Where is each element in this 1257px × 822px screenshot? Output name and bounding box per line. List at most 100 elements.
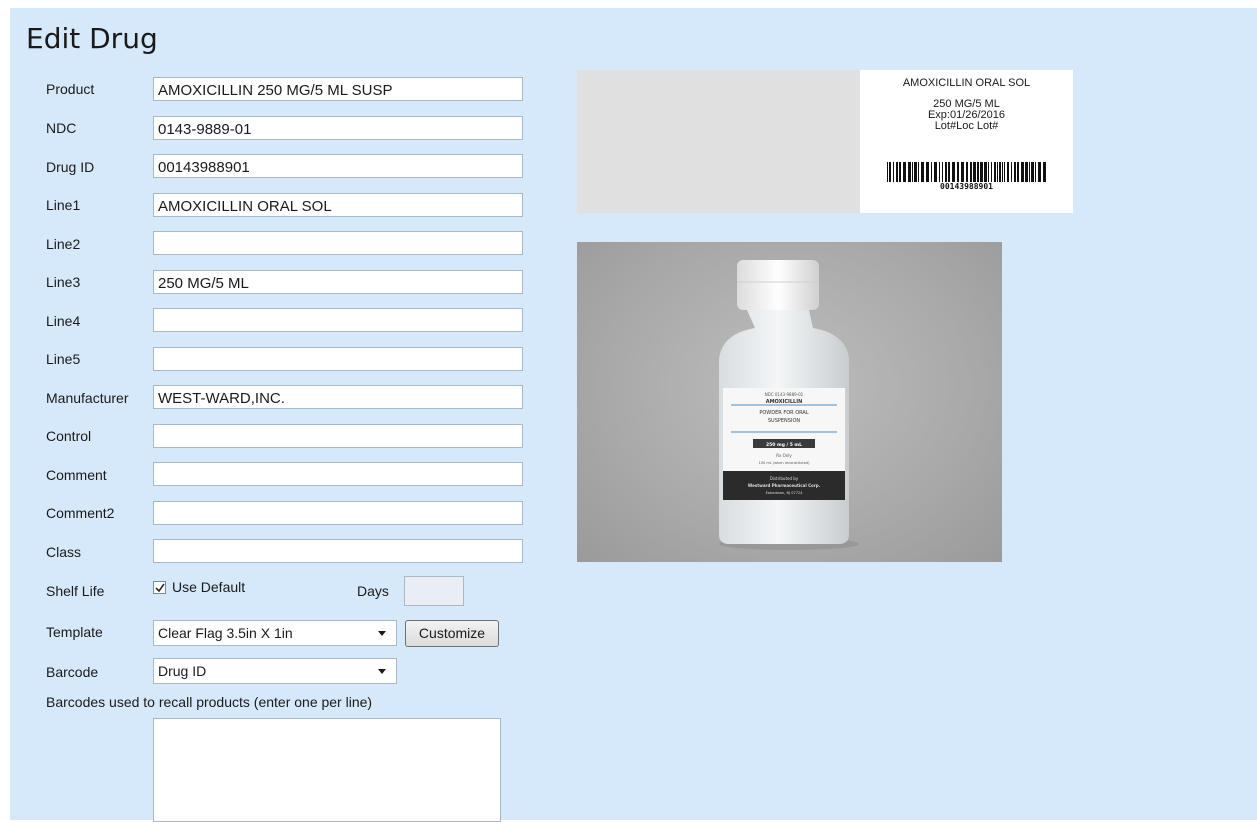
manufacturer-field[interactable]: [153, 385, 523, 409]
line5-field[interactable]: [153, 347, 523, 371]
line1-label: Line1: [46, 197, 81, 213]
barcode-bar: [1021, 162, 1024, 182]
barcode-bar: [1014, 162, 1016, 182]
barcode-bar: [1043, 162, 1046, 182]
ndc-field[interactable]: [153, 116, 523, 140]
barcode-bar: [1025, 162, 1028, 182]
page-title: Edit Drug: [26, 22, 158, 55]
barcode-bar: [994, 162, 996, 182]
comment2-field[interactable]: [153, 501, 523, 525]
barcode-bar: [973, 162, 976, 182]
chevron-down-icon: [378, 631, 386, 636]
barcode-bar: [899, 162, 901, 182]
barcode-bar: [1029, 162, 1030, 182]
barcode-bar: [1017, 162, 1019, 182]
manufacturer-label: Manufacturer: [46, 390, 129, 406]
barcode-bar: [1038, 162, 1041, 182]
barcode-bar: [1031, 162, 1034, 182]
line2-field[interactable]: [153, 231, 523, 255]
barcode-bar: [1035, 162, 1036, 182]
line1-field[interactable]: [153, 193, 523, 217]
barcode-bar: [1002, 162, 1003, 182]
chevron-down-icon: [378, 669, 386, 674]
barcode-bar: [918, 162, 919, 182]
line3-field[interactable]: [153, 270, 523, 294]
label-preview: AMOXICILLIN ORAL SOL 250 MG/5 ML Exp:01/…: [577, 70, 1073, 213]
edit-drug-panel: Edit Drug Product NDC Drug ID Line1 Line…: [10, 8, 1257, 822]
template-dropdown[interactable]: Clear Flag 3.5in X 1in: [153, 620, 397, 646]
comment2-label: Comment2: [46, 505, 115, 521]
days-field[interactable]: [404, 576, 464, 606]
barcode-bar: [908, 162, 911, 182]
barcode-selected: Drug ID: [158, 663, 207, 679]
barcode-bar: [948, 162, 950, 182]
barcode-bar: [912, 162, 913, 182]
barcode-bar: [889, 162, 891, 182]
drug-id-label: Drug ID: [46, 159, 95, 175]
barcode-bar: [1011, 162, 1012, 182]
barcode-bar: [1007, 162, 1009, 182]
checkmark-icon: [155, 583, 165, 593]
barcode-bar: [999, 162, 1001, 182]
use-default-label: Use Default: [172, 579, 246, 595]
barcode-bar: [997, 162, 998, 182]
class-field[interactable]: [153, 539, 523, 563]
barcode-bar: [887, 162, 888, 182]
bottle-strength-text: 250 mg / 5 mL: [766, 442, 802, 448]
product-field[interactable]: [153, 77, 523, 101]
comment-field[interactable]: [153, 462, 523, 486]
line4-field[interactable]: [153, 308, 523, 332]
barcode-bar: [977, 162, 979, 182]
barcode-bar: [1004, 162, 1005, 182]
control-field[interactable]: [153, 424, 523, 448]
recall-barcodes-label: Barcodes used to recall products (enter …: [46, 694, 373, 710]
barcode-bar: [952, 162, 955, 182]
bottle-volume-text: 100 mL (when reconstituted): [759, 461, 811, 465]
line4-label: Line4: [46, 313, 81, 329]
label-line1: AMOXICILLIN ORAL SOL: [902, 77, 1031, 89]
bottle-form2-text: SUSPENSION: [768, 418, 801, 424]
barcode-bar: [942, 162, 943, 182]
barcode-bar: [988, 162, 989, 182]
barcode-bar: [984, 162, 987, 182]
barcode-bar: [934, 162, 937, 182]
barcode-bar: [914, 162, 917, 182]
drug-id-field[interactable]: [153, 154, 523, 178]
template-selected: Clear Flag 3.5in X 1in: [158, 625, 293, 641]
label-card: AMOXICILLIN ORAL SOL 250 MG/5 ML Exp:01/…: [860, 70, 1073, 213]
line3-label: Line3: [46, 274, 81, 290]
barcode-bar: [896, 162, 898, 182]
bottle-ndc-text: NDC 0143-9889-01: [765, 392, 804, 397]
customize-button[interactable]: Customize: [405, 620, 499, 647]
product-label: Product: [46, 81, 95, 97]
comment-label: Comment: [46, 467, 107, 483]
bottle-image: NDC 0143-9889-01 AMOXICILLIN POWDER FOR …: [719, 260, 859, 550]
bottle-form-text: POWDER FOR ORAL: [759, 410, 808, 416]
barcode-bar: [980, 162, 983, 182]
product-photo: NDC 0143-9889-01 AMOXICILLIN POWDER FOR …: [577, 242, 1002, 562]
barcode-label: Barcode: [46, 664, 99, 680]
line2-label: Line2: [46, 236, 81, 252]
barcode-bar: [893, 162, 894, 182]
barcode-bar: [939, 162, 940, 182]
label-lot: Lot#Loc Lot#: [934, 120, 999, 132]
use-default-checkbox[interactable]: [153, 581, 166, 594]
class-label: Class: [46, 544, 82, 560]
barcode-bar: [921, 162, 924, 182]
barcode-bar: [966, 162, 968, 182]
barcode-bar: [961, 162, 964, 182]
barcode-bar: [903, 162, 906, 182]
barcode-dropdown[interactable]: Drug ID: [153, 658, 397, 684]
template-label: Template: [46, 624, 103, 640]
bottle-address-text: Eatontown, NJ 07724: [766, 491, 804, 495]
barcode-bar: [970, 162, 972, 182]
barcode-bar: [931, 162, 932, 182]
line5-label: Line5: [46, 351, 81, 367]
ndc-label: NDC: [46, 120, 77, 136]
barcode-bar: [991, 162, 992, 182]
bottle-dist-text: Distributed by: [770, 476, 799, 481]
control-label: Control: [46, 428, 92, 444]
days-label: Days: [357, 583, 389, 599]
barcode-bar: [957, 162, 959, 182]
recall-barcodes-textarea[interactable]: [153, 718, 501, 822]
